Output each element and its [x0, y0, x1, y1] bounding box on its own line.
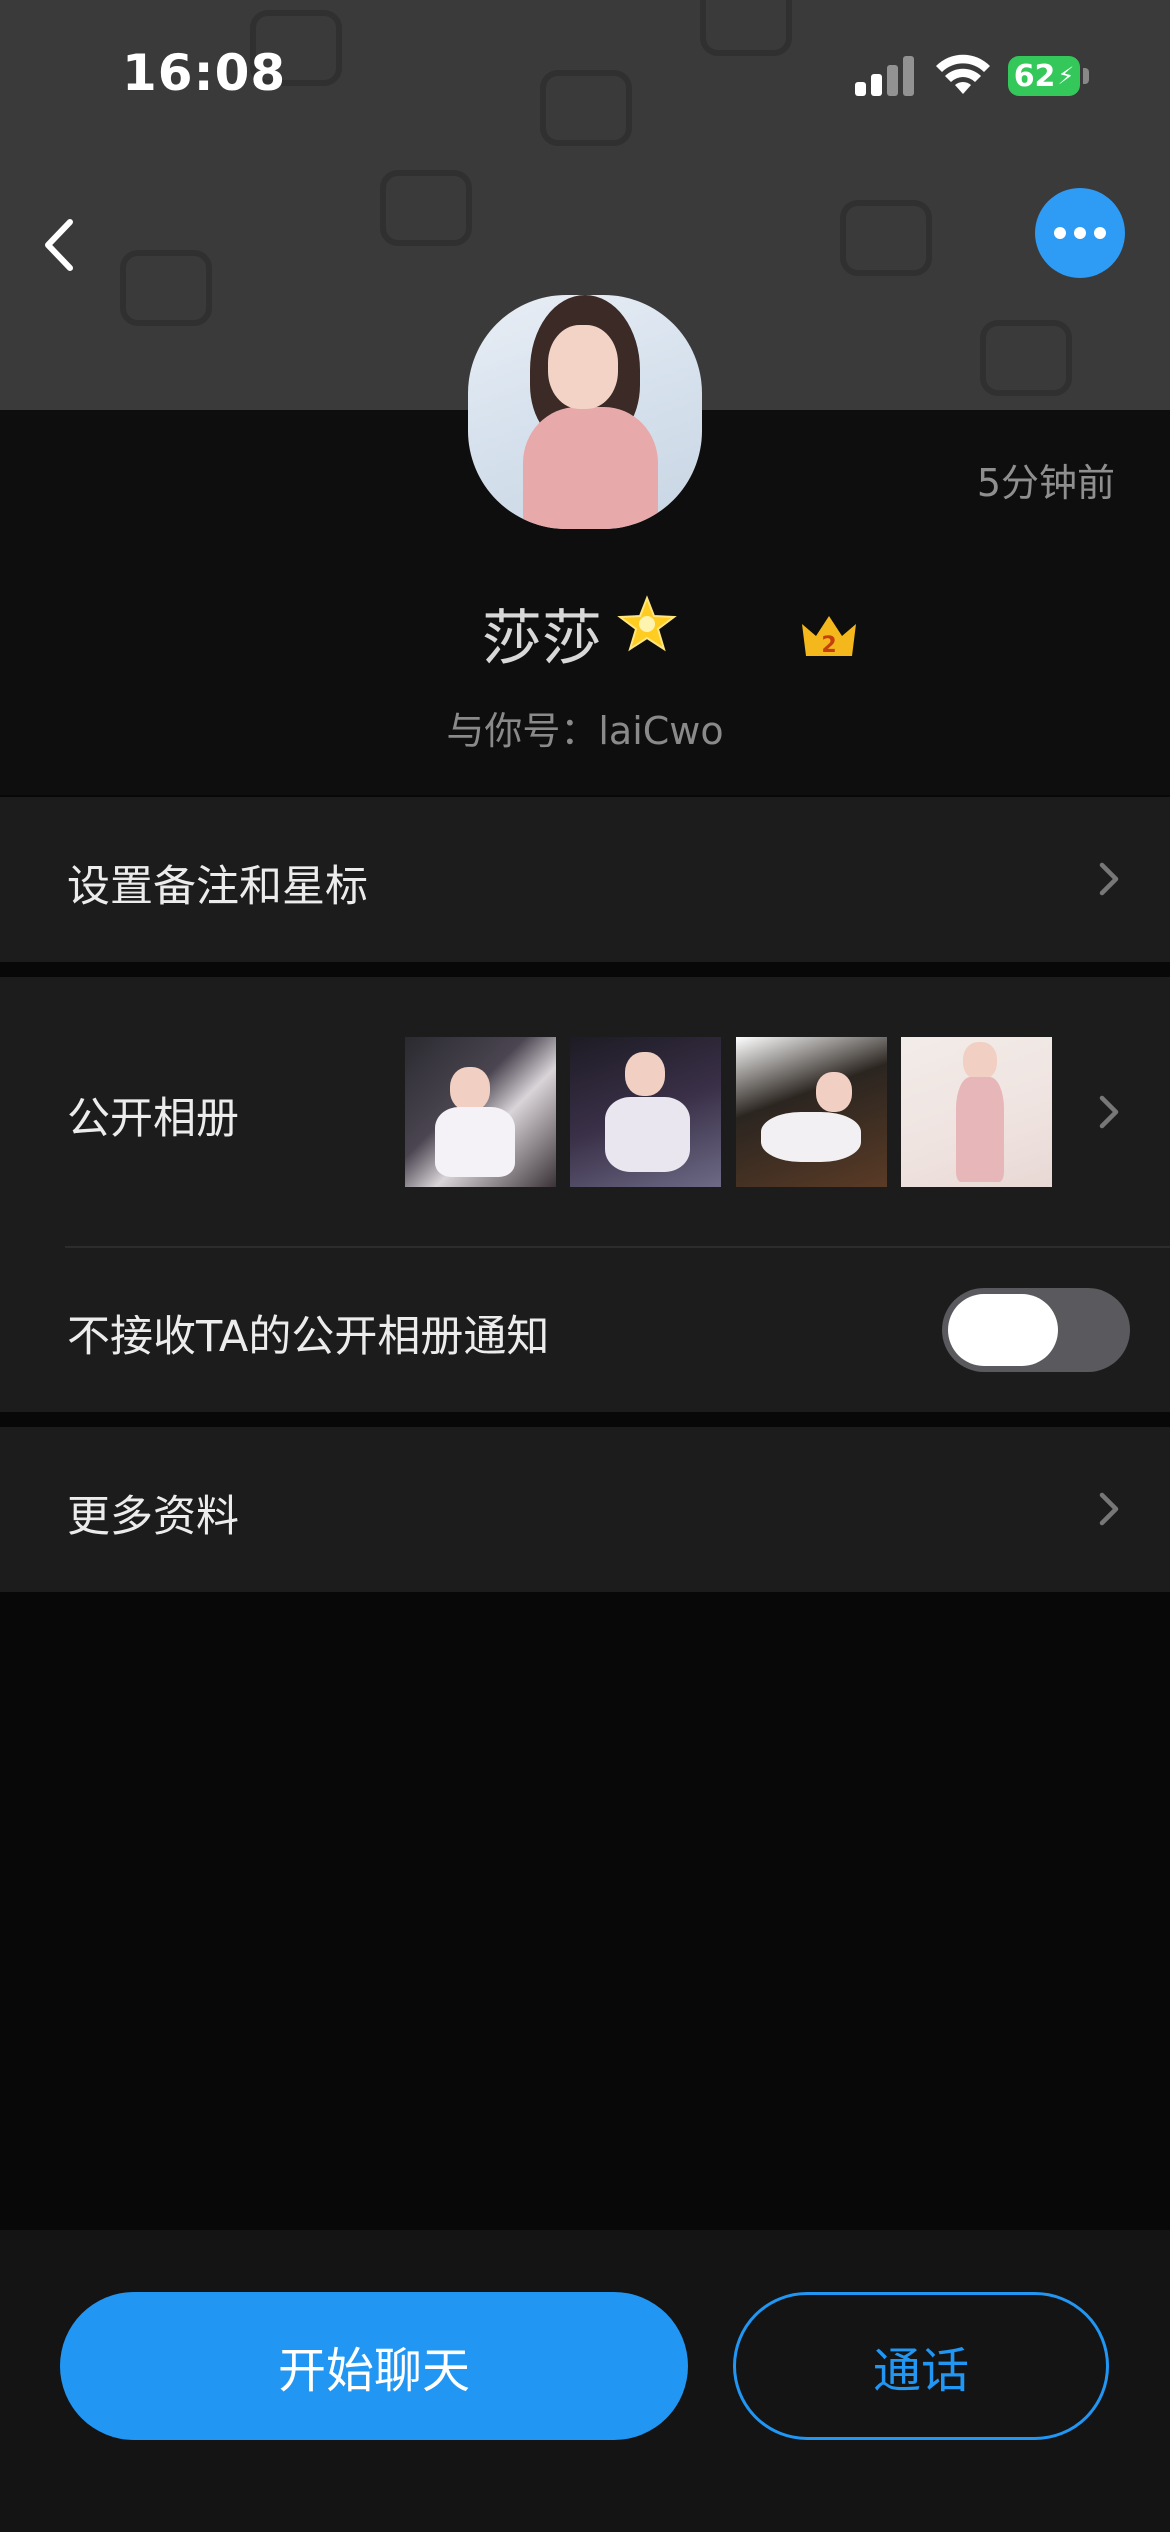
name-row: 莎莎	[0, 590, 1170, 674]
watermark-icon	[840, 200, 932, 276]
remark-row[interactable]: 设置备注和星标	[0, 797, 1170, 962]
album-thumbnail[interactable]	[405, 1037, 556, 1187]
crown-icon: 2	[802, 616, 856, 658]
last-seen-text: 5分钟前	[976, 461, 1115, 505]
profile-name: 莎莎	[482, 604, 602, 674]
battery-charging-icon: 62 ⚡	[1008, 56, 1080, 96]
remark-label: 设置备注和星标	[67, 862, 368, 912]
glowing-star-icon	[617, 595, 677, 652]
chevron-left-icon[interactable]	[30, 200, 90, 290]
avatar[interactable]	[468, 295, 702, 529]
more-horizontal-icon[interactable]	[1035, 188, 1125, 278]
album-notify-label: 不接收TA的公开相册通知	[67, 1312, 550, 1362]
battery-percent: 62	[1013, 58, 1056, 94]
chevron-right-icon	[1099, 862, 1119, 896]
battery-cap	[1083, 68, 1089, 84]
album-thumbnail[interactable]	[901, 1037, 1052, 1187]
start-chat-button[interactable]: 开始聊天	[60, 2292, 688, 2440]
album-notify-toggle[interactable]	[942, 1288, 1130, 1372]
album-thumbnail[interactable]	[736, 1037, 887, 1187]
more-info-row[interactable]: 更多资料	[0, 1427, 1170, 1592]
album-label: 公开相册	[67, 1094, 239, 1144]
watermark-icon	[120, 250, 212, 326]
status-time: 16:08	[122, 44, 287, 102]
watermark-icon	[980, 320, 1072, 396]
crown-level: 2	[821, 633, 836, 658]
chevron-right-icon	[1099, 1095, 1119, 1129]
toggle-knob	[948, 1294, 1058, 1366]
status-bar: 16:08 62 ⚡	[0, 0, 1170, 150]
chevron-right-icon	[1099, 1492, 1119, 1526]
signal-icon	[855, 56, 915, 96]
album-thumbnail[interactable]	[570, 1037, 721, 1187]
watermark-icon	[380, 170, 472, 246]
profile-sub-id: 与你号：laiCwo	[446, 709, 724, 753]
wifi-icon	[936, 54, 990, 94]
more-info-label: 更多资料	[67, 1492, 239, 1542]
call-button[interactable]: 通话	[733, 2292, 1109, 2440]
